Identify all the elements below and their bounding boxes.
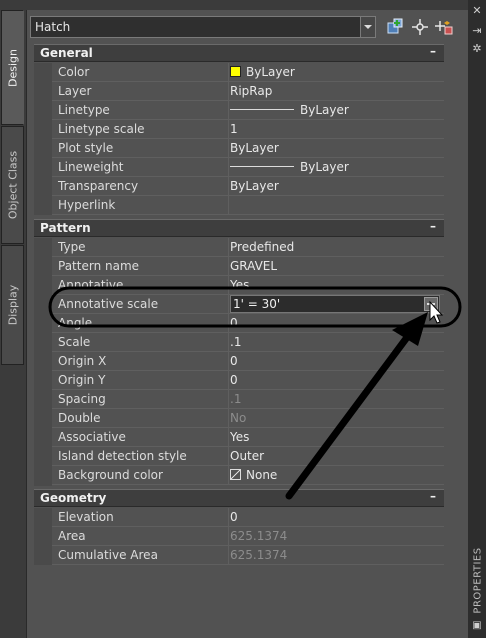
annotation-overlay	[48, 286, 462, 500]
pointer-arrow-head	[392, 312, 428, 346]
highlight-ellipse	[48, 286, 462, 328]
mouse-cursor-icon	[429, 300, 444, 324]
pointer-arrow-shaft	[285, 332, 412, 500]
